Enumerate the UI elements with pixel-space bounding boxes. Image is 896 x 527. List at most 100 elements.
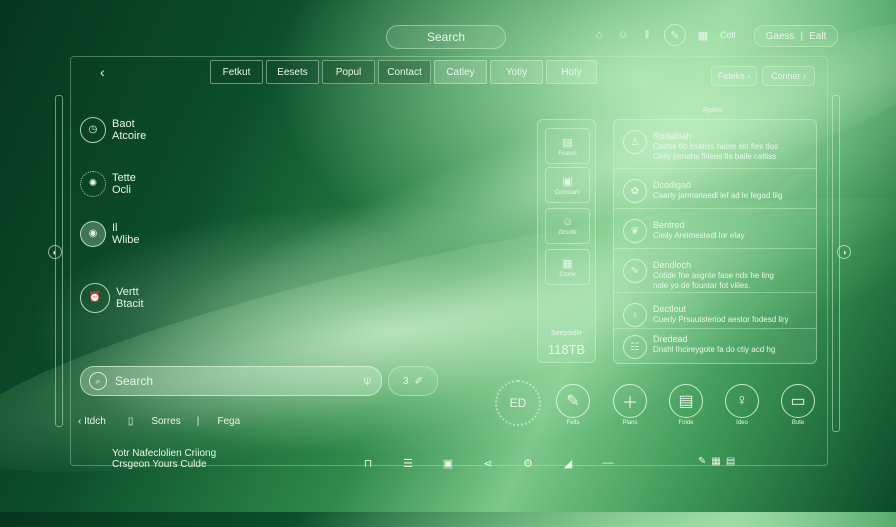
footer-line2: Crsgeon Yours Culde [112, 459, 207, 470]
action-edit-button[interactable]: ✎ Felts [556, 384, 590, 426]
folder-icon[interactable]: ⊓ [358, 455, 378, 471]
list-item[interactable]: ✺ Tette Ocli [80, 171, 136, 197]
connect-label: Conner [770, 71, 801, 81]
tab-2[interactable]: Popul [322, 60, 375, 84]
layers-icon: ▤ [562, 136, 573, 149]
tab-0[interactable]: Fetkut [210, 60, 263, 84]
notification-row[interactable]: ❦ Bentred Cieily Areimestedl lor elay [614, 208, 816, 249]
top-icon-bar: ⌂ ☺ ‖ ✎ ▦ Coll [592, 24, 736, 46]
action-notes-button[interactable]: ▤ Folde [669, 384, 703, 426]
tab-5-label: Yotiy [505, 66, 528, 78]
storage-label: Seepoidle [550, 330, 583, 337]
left-chevron-icon[interactable]: ‹ [78, 416, 81, 427]
grid-icon[interactable]: ▦ [696, 28, 710, 42]
back-chevron-icon[interactable]: ‹ [100, 64, 105, 80]
action-add-button[interactable]: ＋ Plans [613, 384, 647, 426]
list-icon[interactable]: ☰ [398, 455, 418, 471]
top-search-label: Search [426, 30, 466, 44]
quick-item-community[interactable]: ▣ Comicarn [545, 167, 590, 203]
microphone-icon[interactable]: ⍦ [364, 373, 371, 388]
top-button-divider: | [800, 30, 804, 42]
list-item-title: Baot [112, 118, 135, 130]
minus-icon[interactable]: — [598, 455, 618, 471]
notification-title: Dredead [653, 334, 688, 344]
tab-bar: Fetkut Eesets Popul Contact Catley Yotiy… [210, 60, 597, 84]
notification-title: Bentred [653, 220, 685, 230]
connect-button[interactable]: Conner › [762, 66, 815, 86]
bottom-nav-item[interactable]: Fega [217, 416, 240, 427]
features-button[interactable]: Feteks › [711, 66, 757, 86]
list-item[interactable]: ◉ Il Wlibe [80, 221, 140, 247]
tab-1[interactable]: Eesets [266, 60, 319, 84]
action-board-button[interactable]: ▭ Bute [781, 384, 815, 426]
home-icon[interactable]: ⌂ [592, 28, 606, 42]
top-button-right: Ealt [809, 30, 827, 42]
tab-5[interactable]: Yotiy [490, 60, 543, 84]
notification-row[interactable]: ✎ Dendloch Cotide fne asgnte fase nds he… [614, 248, 816, 293]
footer-line1: Yotr Nafeclolien Criiong [112, 448, 217, 459]
list-item[interactable]: ⏰ Vertt Btacit [80, 283, 144, 313]
list-item-subtitle: Atcoire [112, 130, 147, 142]
chat-icon[interactable]: ✎ [664, 24, 686, 46]
main-search-bar[interactable]: ⌕ Search ⍦ [80, 366, 382, 396]
list-item-subtitle: Wlibe [112, 234, 140, 246]
bottom-nav-item[interactable]: Itdch [84, 416, 106, 427]
notification-row[interactable]: ♙ Rodaloah Cairbe fio bsatiss hatse sin … [614, 120, 816, 168]
top-search-button[interactable]: Search [386, 25, 506, 49]
quick-item-circle[interactable]: ▦ Crorle [545, 249, 590, 285]
grid-label: Coll [720, 30, 736, 40]
bottom-toolbar: ⊓ ☰ ▣ ⋖ ⚙ ◢ — [358, 455, 618, 471]
tab-6[interactable]: Hoty [546, 60, 597, 84]
notification-row[interactable]: ♁ Dectlout Cuerly Prsuutsteriod aestor f… [614, 292, 816, 333]
image-icon[interactable]: ▣ [438, 455, 458, 471]
drop-icon: ♁ [623, 303, 647, 327]
robot-icon: ♙ [623, 130, 647, 154]
share-icon[interactable]: ⋖ [478, 455, 498, 471]
mini-input[interactable]: 3 ✐ [388, 366, 438, 396]
pause-icon[interactable]: ‖ [640, 28, 654, 42]
quick-item-groups[interactable]: ☺ Groote [545, 208, 590, 244]
tab-3[interactable]: Contact [378, 60, 431, 84]
notification-title: Dendloch [653, 260, 692, 270]
pen-icon[interactable]: ✎ [698, 456, 706, 467]
action-label: Plans [622, 420, 638, 426]
tab-4[interactable]: Catley [434, 60, 487, 84]
bottom-nav-item[interactable]: Sorres [151, 416, 180, 427]
quick-access-panel: ▤ Foates ▣ Comicarn ☺ Groote ▦ Crorle Se… [537, 119, 596, 363]
list-item-title: Il [112, 222, 118, 234]
notifications-panel: ♙ Rodaloah Cairbe fio bsatiss hatse sin … [613, 119, 817, 364]
smiley-icon[interactable]: ☺ [616, 28, 630, 42]
notification-title: Rodaloah [653, 131, 692, 141]
search-icon: ⌕ [89, 372, 107, 390]
tab-1-label: Eesets [277, 66, 308, 78]
search-input[interactable]: Search [115, 374, 153, 388]
layout-icon[interactable]: ▤ [726, 456, 735, 467]
right-scroll-rail[interactable] [832, 95, 840, 432]
right-rail-knob-icon[interactable]: ◑ [837, 245, 851, 259]
sun-icon: ✺ [80, 171, 106, 197]
document-icon: ▣ [562, 175, 573, 188]
gift-icon: ▦ [562, 257, 573, 270]
divider: | [196, 416, 200, 427]
notification-row[interactable]: ✿ Dcodlgad Caarly jarmanaedl lef ad le f… [614, 168, 816, 209]
apps-icon[interactable]: ▦ [711, 456, 720, 467]
settings-icon[interactable]: ⚙ [518, 455, 538, 471]
notification-text: Caarly jarmanaedl lef ad le fegad liig [653, 191, 783, 200]
action-idea-button[interactable]: ♀ Ideo [725, 384, 759, 426]
notification-row[interactable]: ☷ Dredead Dnshl Ihcireygote fa do ctiy a… [614, 328, 816, 364]
list-item-subtitle: Btacit [116, 298, 144, 310]
chart-icon[interactable]: ◢ [558, 455, 578, 471]
pen-icon: ✎ [623, 259, 647, 283]
notification-text: Dnshl Ihcireygote fa do ctiy acd hg [653, 345, 776, 354]
top-account-button[interactable]: Gaess | Ealt [754, 25, 838, 47]
left-rail-knob-icon[interactable]: ◐ [48, 245, 62, 259]
board-icon: ▭ [781, 384, 815, 418]
action-label: Folde [678, 420, 694, 426]
list-item[interactable]: ◷ Baot Atcoire [80, 117, 146, 143]
edit-icon: ✐ [414, 375, 423, 387]
left-scroll-rail[interactable] [55, 95, 63, 427]
quick-item-features[interactable]: ▤ Foates [545, 128, 590, 164]
device-icon[interactable]: ▯ [128, 416, 134, 427]
chat-bubble-icon: ☷ [623, 335, 647, 359]
tab-3-label: Contact [387, 66, 422, 78]
